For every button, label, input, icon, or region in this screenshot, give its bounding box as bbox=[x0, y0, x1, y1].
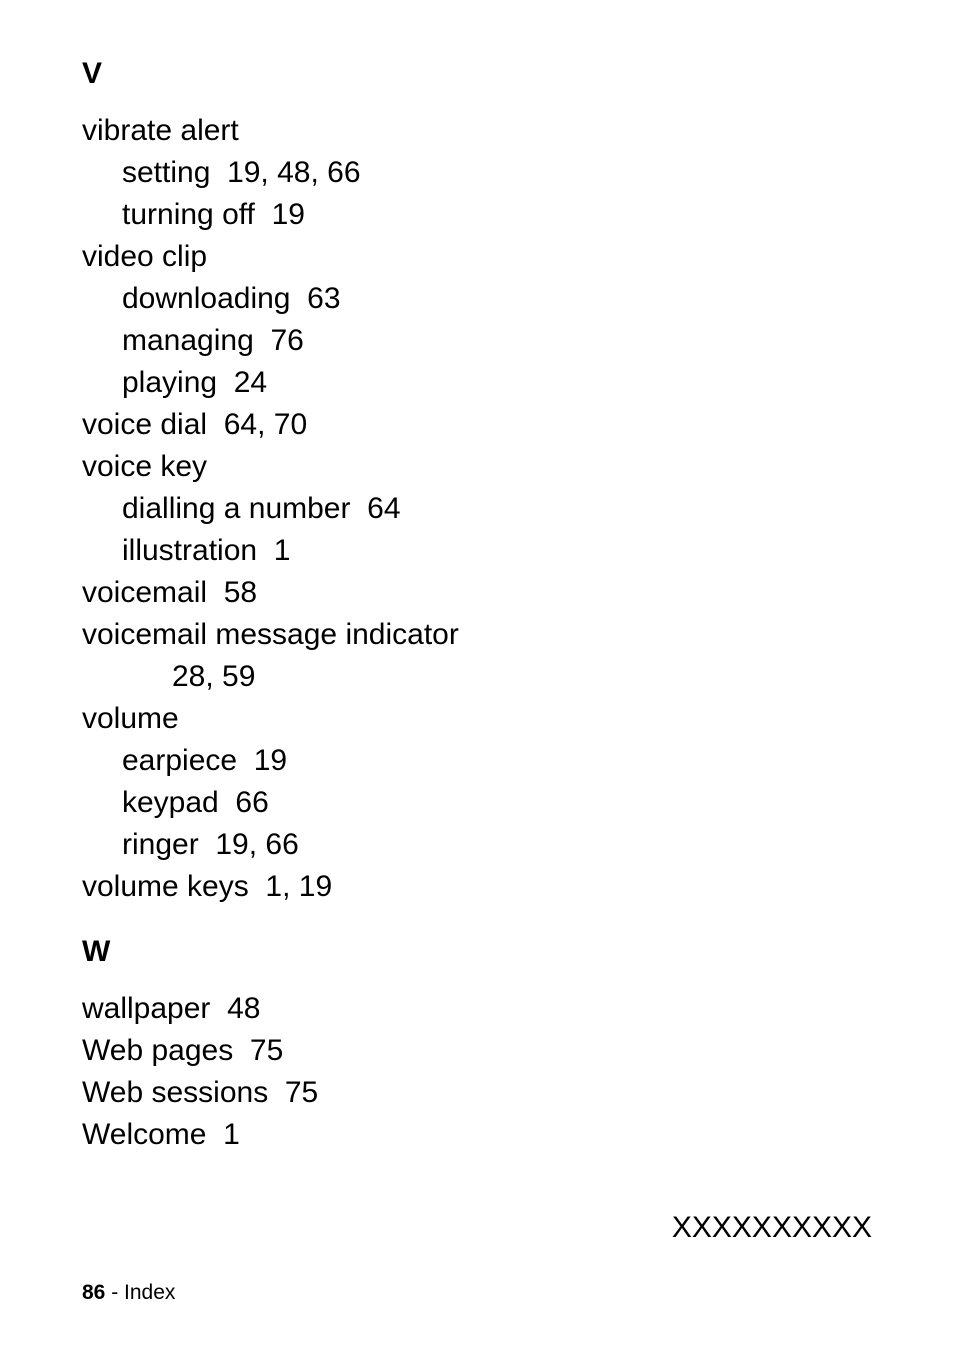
subentry-pages: 76 bbox=[270, 324, 303, 357]
index-subentry-video-managing: managing 76 bbox=[122, 320, 872, 362]
subentry-pages: 19 bbox=[272, 198, 305, 231]
subentry-pages: 66 bbox=[235, 786, 268, 819]
entry-label: Web pages bbox=[82, 1034, 233, 1067]
index-subentry-volume-earpiece: earpiece 19 bbox=[122, 740, 872, 782]
subentry-pages: 19 bbox=[254, 744, 287, 777]
subentry-label: keypad bbox=[122, 786, 219, 819]
subentry-label: earpiece bbox=[122, 744, 237, 777]
subentry-pages: 1 bbox=[274, 534, 291, 567]
subentry-label: downloading bbox=[122, 282, 290, 315]
index-entry-voice-dial: voice dial 64, 70 bbox=[82, 404, 872, 446]
entry-label: Welcome bbox=[82, 1118, 206, 1151]
entry-pages: 58 bbox=[224, 576, 257, 609]
entry-pages: 1, 19 bbox=[265, 870, 332, 903]
subentry-pages: 64 bbox=[367, 492, 400, 525]
entry-label: voicemail bbox=[82, 576, 207, 609]
entry-pages: 1 bbox=[223, 1118, 240, 1151]
index-entry-wallpaper: wallpaper 48 bbox=[82, 988, 872, 1030]
section-heading-w: W bbox=[82, 934, 872, 970]
index-subentry-voice-key-dialling: dialling a number 64 bbox=[122, 488, 872, 530]
index-subentry-vibrate-turning-off: turning off 19 bbox=[122, 194, 872, 236]
subentry-pages: 19, 48, 66 bbox=[227, 156, 360, 189]
subentry-label: dialling a number bbox=[122, 492, 350, 525]
entry-pages: 48 bbox=[227, 992, 260, 1025]
index-entry-voicemail-indicator: voicemail message indicator bbox=[82, 614, 872, 656]
index-entry-volume: volume bbox=[82, 698, 872, 740]
entry-label: Web sessions bbox=[82, 1076, 268, 1109]
index-subentry-vibrate-setting: setting 19, 48, 66 bbox=[122, 152, 872, 194]
footer-page-number: 86 bbox=[82, 1281, 105, 1304]
subentry-label: illustration bbox=[122, 534, 257, 567]
index-subentry-video-playing: playing 24 bbox=[122, 362, 872, 404]
subentry-label: setting bbox=[122, 156, 210, 189]
index-subentry-voice-key-illustration: illustration 1 bbox=[122, 530, 872, 572]
index-entry-vibrate-alert: vibrate alert bbox=[82, 110, 872, 152]
subentry-pages: 19, 66 bbox=[215, 828, 298, 861]
entry-label: voice dial bbox=[82, 408, 207, 441]
footer-separator: - bbox=[105, 1281, 124, 1304]
subentry-pages: 24 bbox=[234, 366, 267, 399]
index-page: V vibrate alert setting 19, 48, 66 turni… bbox=[0, 0, 954, 1345]
index-subentry-video-downloading: downloading 63 bbox=[122, 278, 872, 320]
subentry-label: ringer bbox=[122, 828, 199, 861]
entry-pages: 75 bbox=[285, 1076, 318, 1109]
subentry-label: turning off bbox=[122, 198, 255, 231]
index-subentry-volume-ringer: ringer 19, 66 bbox=[122, 824, 872, 866]
footer-label: Index bbox=[124, 1281, 175, 1304]
entry-pages: 75 bbox=[250, 1034, 283, 1067]
index-entry-video-clip: video clip bbox=[82, 236, 872, 278]
index-entry-voice-key: voice key bbox=[82, 446, 872, 488]
index-entry-voicemail: voicemail 58 bbox=[82, 572, 872, 614]
entry-pages: 64, 70 bbox=[224, 408, 307, 441]
subentry-pages: 63 bbox=[307, 282, 340, 315]
subentry-label: playing bbox=[122, 366, 217, 399]
part-number: XXXXXXXXXX bbox=[672, 1211, 872, 1245]
entry-label: volume keys bbox=[82, 870, 249, 903]
page-footer: 86 - Index bbox=[82, 1281, 175, 1305]
subentry-label: managing bbox=[122, 324, 254, 357]
section-heading-v: V bbox=[82, 56, 872, 92]
entry-label: wallpaper bbox=[82, 992, 210, 1025]
index-entry-web-pages: Web pages 75 bbox=[82, 1030, 872, 1072]
index-entry-volume-keys: volume keys 1, 19 bbox=[82, 866, 872, 908]
index-entry-welcome: Welcome 1 bbox=[82, 1114, 872, 1156]
index-subentry-volume-keypad: keypad 66 bbox=[122, 782, 872, 824]
index-entry-web-sessions: Web sessions 75 bbox=[82, 1072, 872, 1114]
index-entry-voicemail-indicator-pages: 28, 59 bbox=[172, 656, 872, 698]
